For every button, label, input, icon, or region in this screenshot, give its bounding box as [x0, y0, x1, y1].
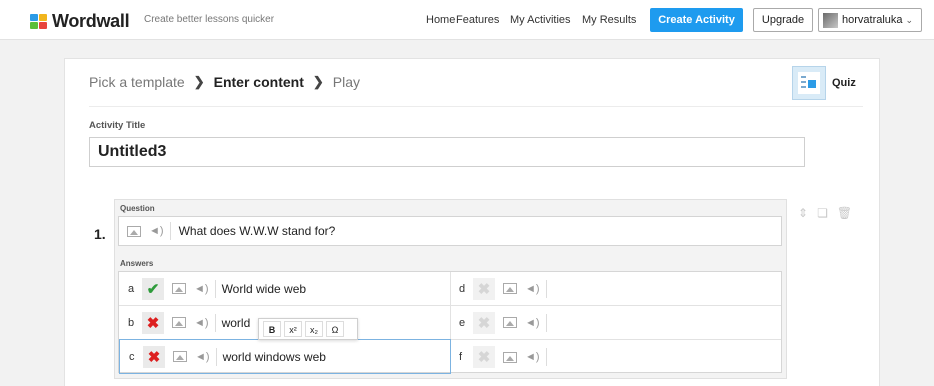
speaker-icon[interactable]: ◄) — [195, 351, 210, 363]
answer-letter: b — [128, 316, 135, 329]
answer-row-c[interactable]: c ✖ ◄) world windows web — [119, 339, 451, 374]
wordwall-logo[interactable]: Wordwall — [30, 11, 130, 32]
answer-row-f[interactable]: f ✖ ◄) — [451, 340, 781, 374]
activity-title-label: Activity Title — [89, 120, 146, 131]
create-activity-button[interactable]: Create Activity — [650, 8, 743, 32]
trash-icon[interactable]: 🗑 — [837, 206, 852, 220]
avatar — [823, 12, 838, 28]
step-pick-template[interactable]: Pick a template — [89, 74, 185, 90]
answer-letter: e — [459, 316, 466, 329]
chevron-right-icon: ❯ — [193, 74, 205, 89]
answers-grid: a ✔ ◄) World wide web b ✖ ◄) world c ✖ ◄… — [118, 271, 782, 374]
disabled-cross-icon[interactable]: ✖ — [473, 346, 495, 368]
image-icon[interactable] — [503, 351, 517, 363]
bold-button[interactable]: B — [263, 321, 281, 337]
reorder-icon[interactable]: ⇕ — [798, 206, 808, 220]
divider — [89, 106, 863, 107]
tagline: Create better lessons quicker — [144, 14, 275, 25]
logo-icon — [30, 13, 48, 30]
image-icon[interactable] — [172, 283, 186, 294]
username: horvatraluka — [842, 14, 903, 26]
step-enter-content: Enter content — [213, 74, 304, 90]
breadcrumb: Pick a template ❯ Enter content ❯ Play — [89, 74, 360, 90]
template-name: Quiz — [832, 77, 856, 89]
image-icon[interactable] — [172, 317, 186, 328]
image-icon[interactable] — [503, 283, 517, 294]
question-label: Question — [120, 204, 155, 213]
image-icon[interactable] — [127, 225, 141, 237]
nav-features[interactable]: Features — [456, 14, 499, 26]
speaker-icon[interactable]: ◄) — [194, 283, 209, 295]
logo-text: Wordwall — [52, 11, 130, 31]
speaker-icon[interactable]: ◄) — [149, 225, 164, 237]
special-symbol-button[interactable]: Ω — [326, 321, 344, 337]
question-number: 1. — [94, 226, 106, 242]
speaker-icon[interactable]: ◄) — [525, 283, 540, 295]
activity-title-input[interactable]: Untitled3 — [89, 137, 805, 167]
answers-label: Answers — [120, 259, 154, 268]
text-format-toolbar: B x² x₂ Ω — [258, 318, 358, 340]
nav-my-activities[interactable]: My Activities — [510, 14, 571, 26]
chevron-down-icon: ⌄ — [905, 14, 914, 25]
user-menu-button[interactable]: horvatraluka ⌄ — [818, 8, 922, 32]
superscript-button[interactable]: x² — [284, 321, 302, 337]
answer-text[interactable]: world windows web — [223, 350, 326, 364]
question-text: What does W.W.W stand for? — [178, 224, 336, 238]
template-badge[interactable]: Quiz — [792, 66, 856, 100]
correct-check-icon[interactable]: ✔ — [142, 277, 164, 300]
answer-letter: d — [459, 282, 466, 295]
speaker-icon[interactable]: ◄) — [194, 317, 209, 329]
answer-row-e[interactable]: e ✖ ◄) — [451, 306, 781, 340]
nav-home[interactable]: Home — [426, 14, 455, 26]
speaker-icon[interactable]: ◄) — [525, 317, 540, 329]
incorrect-cross-icon[interactable]: ✖ — [143, 345, 165, 368]
quiz-template-icon — [792, 66, 826, 100]
answer-text[interactable]: World wide web — [222, 282, 306, 296]
top-navigation-bar: Wordwall Create better lessons quicker H… — [0, 0, 934, 40]
step-play[interactable]: Play — [333, 74, 360, 90]
subscript-button[interactable]: x₂ — [305, 321, 323, 337]
question-tools: ⇕ ❏ 🗑 — [798, 206, 852, 220]
duplicate-icon[interactable]: ❏ — [817, 206, 828, 220]
answer-letter: a — [128, 282, 135, 295]
answer-row-a[interactable]: a ✔ ◄) World wide web — [119, 272, 451, 306]
question-input[interactable]: ◄) What does W.W.W stand for? — [118, 216, 782, 246]
disabled-cross-icon[interactable]: ✖ — [473, 277, 495, 300]
speaker-icon[interactable]: ◄) — [525, 351, 540, 363]
answer-text[interactable]: world — [222, 316, 251, 330]
chevron-right-icon: ❯ — [312, 74, 324, 89]
answer-letter: f — [459, 351, 463, 363]
disabled-cross-icon[interactable]: ✖ — [473, 311, 495, 334]
answer-row-d[interactable]: d ✖ ◄) — [451, 272, 781, 306]
image-icon[interactable] — [173, 351, 187, 362]
nav-my-results[interactable]: My Results — [582, 14, 636, 26]
upgrade-button[interactable]: Upgrade — [753, 8, 813, 32]
incorrect-cross-icon[interactable]: ✖ — [142, 311, 164, 334]
answer-letter: c — [129, 350, 135, 363]
image-icon[interactable] — [503, 317, 517, 328]
